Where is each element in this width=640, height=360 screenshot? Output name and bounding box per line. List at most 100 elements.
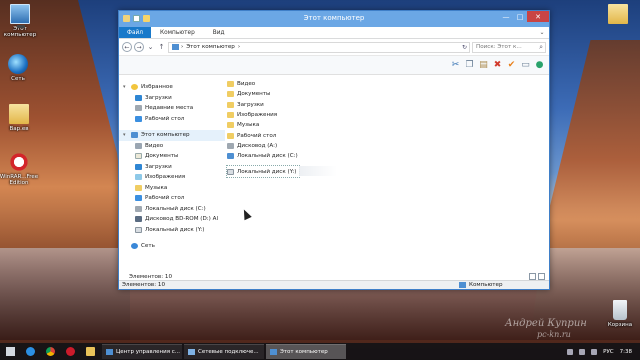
network-icon xyxy=(8,54,28,74)
recent-locations-button[interactable]: ⌄ xyxy=(146,43,155,51)
language-indicator[interactable]: РУС xyxy=(603,349,614,355)
nav-label: Локальный диск (C:) xyxy=(145,205,206,212)
chrome-icon xyxy=(45,347,55,356)
details-view-icon[interactable] xyxy=(529,273,536,280)
nav-favorites-desktop[interactable]: Рабочий стол xyxy=(119,114,225,125)
computer-icon xyxy=(131,132,138,139)
nav-label: Дисковод BD-ROM (D:) Al xyxy=(145,216,219,223)
content-item-pictures[interactable]: Изображения xyxy=(227,110,549,120)
nav-pc-drive-d[interactable]: Дисковод BD-ROM (D:) Al xyxy=(119,214,225,225)
nav-label: Недавние места xyxy=(145,105,194,112)
taskbar-task-control-panel[interactable]: Центр управления с... xyxy=(102,344,182,359)
tab-view[interactable]: Вид xyxy=(204,27,234,38)
volume-icon[interactable] xyxy=(591,348,598,355)
music-icon xyxy=(135,184,142,191)
up-button[interactable]: ↑ xyxy=(157,43,166,51)
computer-icon xyxy=(459,282,466,288)
checkmark-icon[interactable]: ✔ xyxy=(506,60,517,71)
pinned-ie[interactable] xyxy=(20,343,40,360)
status-items-count: Элементов: 10 xyxy=(122,282,165,288)
custom-toolbar: ✂ ❐ ▤ ✖ ✔ ▭ ● xyxy=(119,55,549,75)
paste-icon[interactable]: ▤ xyxy=(478,60,489,71)
back-button[interactable]: ← xyxy=(122,42,132,52)
refresh-icon[interactable]: ↻ xyxy=(462,44,467,51)
ribbon-tabs: Файл Компьютер Вид ⌄ xyxy=(119,27,549,39)
tray-chevron-icon[interactable] xyxy=(567,348,574,355)
nav-pc-music[interactable]: Музыка xyxy=(119,183,225,194)
hard-drive-icon xyxy=(227,153,234,160)
star-icon xyxy=(131,84,138,91)
window-icon[interactable]: ▭ xyxy=(520,60,531,71)
nav-this-pc[interactable]: ▾ Этот компьютер xyxy=(119,130,225,141)
content-item-label: Музыка xyxy=(237,122,260,129)
search-input[interactable]: Поиск: Этот к... ⌕ xyxy=(472,41,546,53)
status-location: Компьютер xyxy=(459,282,503,288)
content-item-downloads[interactable]: Загрузки xyxy=(227,100,549,110)
collapse-arrow-icon[interactable]: ▾ xyxy=(123,84,126,90)
tab-computer[interactable]: Компьютер xyxy=(151,27,204,38)
desktop-icon-winrar[interactable]: WinRAR...Free Edition xyxy=(0,152,41,186)
search-icon[interactable]: ⌕ xyxy=(539,43,543,52)
nav-label: Изображения xyxy=(145,174,186,181)
folder-icon xyxy=(227,91,234,98)
content-item-documents[interactable]: Документы xyxy=(227,89,549,99)
nav-pc-pictures[interactable]: Изображения xyxy=(119,172,225,183)
nav-pc-documents[interactable]: Документы xyxy=(119,151,225,162)
address-bar[interactable]: › Этот компьютер › ↻ xyxy=(168,41,470,53)
content-item-label: Локальный диск (Y:) xyxy=(237,168,297,175)
breadcrumb-separator: › xyxy=(237,44,241,50)
nav-favorites-recent[interactable]: Недавние места xyxy=(119,103,225,114)
maximize-button[interactable]: □ xyxy=(513,11,527,22)
taskbar-task-this-pc[interactable]: Этот компьютер xyxy=(266,344,346,359)
title-bar[interactable]: Этот компьютер — □ ✕ xyxy=(119,11,549,27)
nav-network[interactable]: Сеть xyxy=(119,241,225,252)
delete-icon[interactable]: ✖ xyxy=(492,60,503,71)
content-item-drive-y[interactable]: Локальный диск (Y:) xyxy=(226,165,337,178)
downloads-icon xyxy=(135,163,142,170)
desktop-icon-folder[interactable]: Вар.ев xyxy=(0,104,41,132)
network-tray-icon[interactable] xyxy=(579,348,586,355)
copy-icon[interactable]: ❐ xyxy=(464,60,475,71)
desktop-icon-this-pc[interactable]: Этот компьютер xyxy=(0,4,42,38)
desktop-icon-network[interactable]: Сеть xyxy=(0,54,40,82)
pinned-chrome[interactable] xyxy=(40,343,60,360)
folder-icon xyxy=(227,101,234,108)
scissors-icon[interactable]: ✂ xyxy=(450,60,461,71)
content-item-desktop[interactable]: Рабочий стол xyxy=(227,130,549,140)
nav-label: Локальный диск (Y:) xyxy=(145,226,205,233)
content-item-drive-a[interactable]: Дисковод (A:) xyxy=(227,141,549,151)
content-item-label: Документы xyxy=(237,91,271,98)
nav-pc-downloads[interactable]: Загрузки xyxy=(119,162,225,173)
minimize-button[interactable]: — xyxy=(499,11,513,22)
content-item-music[interactable]: Музыка xyxy=(227,120,549,130)
downloads-icon xyxy=(135,94,142,101)
large-icons-view-icon[interactable] xyxy=(538,273,545,280)
desktop-icon-folder-right[interactable] xyxy=(596,4,640,26)
nav-pc-desktop[interactable]: Рабочий стол xyxy=(119,193,225,204)
nav-pc-drive-y[interactable]: Локальный диск (Y:) xyxy=(119,225,225,236)
pinned-explorer[interactable] xyxy=(80,343,100,360)
desktop-icon-recycle-bin[interactable]: Корзина xyxy=(598,300,640,328)
pinned-opera[interactable] xyxy=(60,343,80,360)
ribbon-expand-button[interactable]: ⌄ xyxy=(535,27,549,38)
nav-favorites[interactable]: ▾ Избранное xyxy=(119,82,225,93)
folder-icon xyxy=(227,132,234,139)
taskbar-task-network-connections[interactable]: Сетевые подключе... xyxy=(184,344,264,359)
breadcrumb-this-pc[interactable]: Этот компьютер xyxy=(186,44,235,50)
close-button[interactable]: ✕ xyxy=(527,11,549,22)
collapse-arrow-icon[interactable]: ▾ xyxy=(123,132,126,138)
content-item-videos[interactable]: Видео xyxy=(227,79,549,89)
tab-file[interactable]: Файл xyxy=(119,27,152,38)
nav-pc-drive-c[interactable]: Локальный диск (C:) xyxy=(119,204,225,215)
globe-icon[interactable]: ● xyxy=(534,60,545,71)
taskbar: Центр управления с... Сетевые подключе..… xyxy=(0,343,640,360)
content-item-drive-c[interactable]: Локальный диск (C:) xyxy=(227,151,549,161)
network-connections-icon xyxy=(188,349,195,355)
clock[interactable]: 7:38 xyxy=(620,349,632,355)
nav-pc-videos[interactable]: Видео xyxy=(119,141,225,152)
nav-favorites-downloads[interactable]: Загрузки xyxy=(119,93,225,104)
nav-label: Видео xyxy=(145,142,164,149)
forward-button[interactable]: → xyxy=(134,42,144,52)
window-controls: — □ ✕ xyxy=(499,11,549,22)
start-button[interactable] xyxy=(0,343,20,360)
